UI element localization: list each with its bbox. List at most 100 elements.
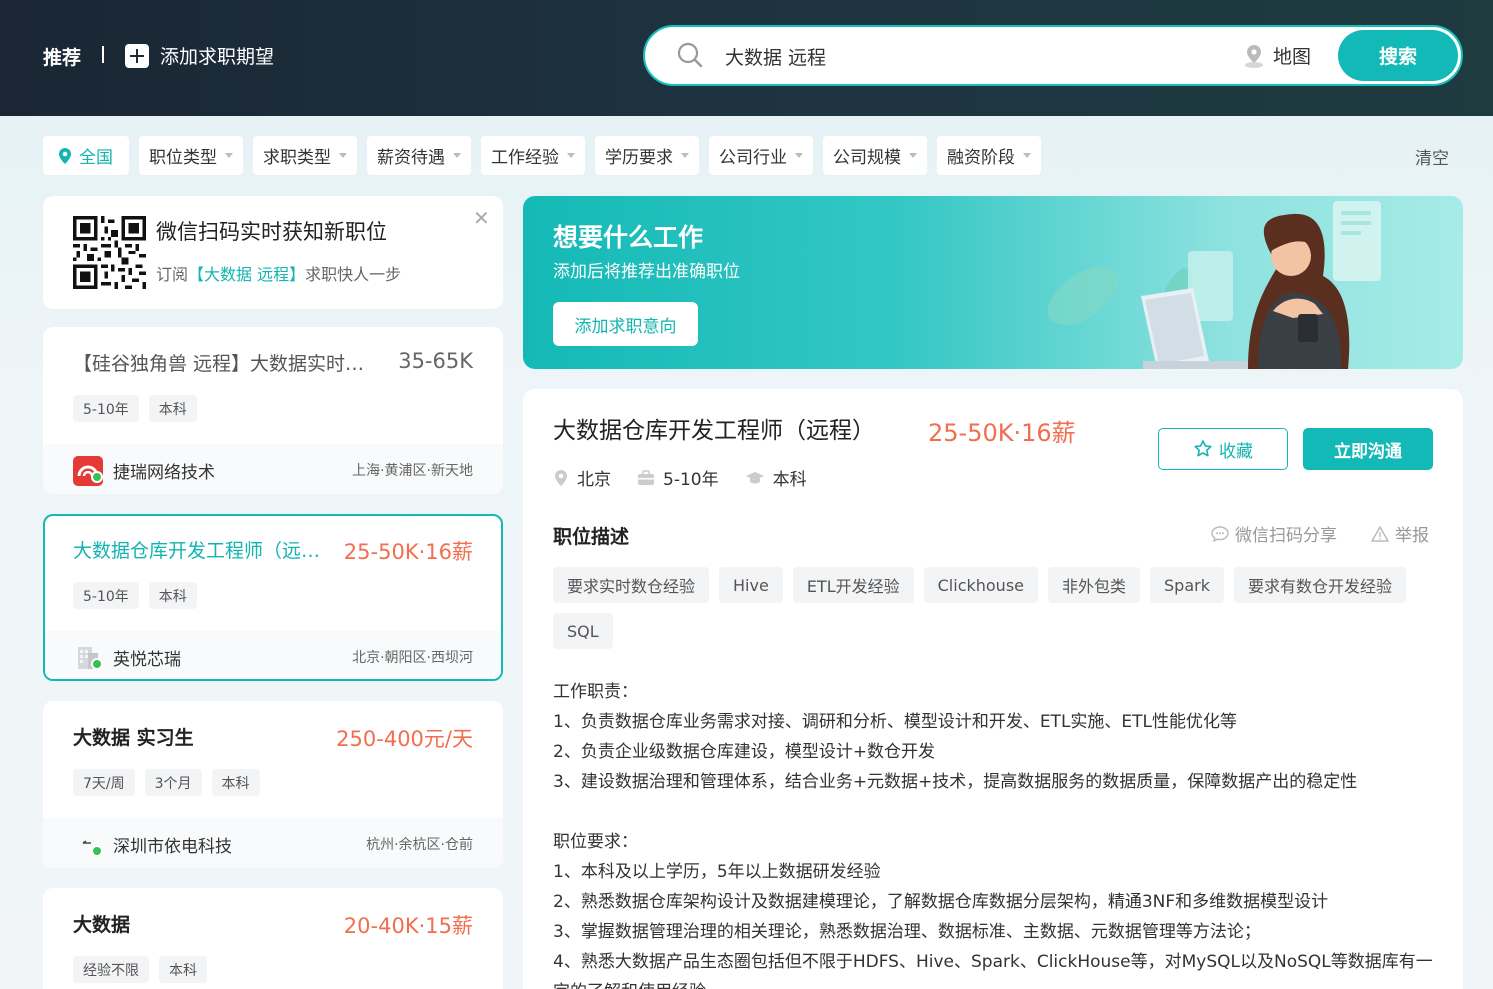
plus-icon [125, 43, 149, 68]
top-header: 推荐 添加求职期望 地图 搜索 [0, 0, 1493, 116]
job-card[interactable]: 【硅谷独角兽 远程】大数据实时数仓 35-65K 5-10年 本科 捷瑞网络技术… [43, 327, 503, 494]
qr-sub-suffix: 求职快人一步 [305, 265, 402, 284]
caret-down-icon [225, 153, 233, 158]
report-link[interactable]: 举报 [1371, 521, 1429, 546]
filter-degree[interactable]: 学历要求 [595, 136, 699, 175]
map-label: 地图 [1273, 46, 1312, 68]
skill-tag: Hive [719, 567, 783, 603]
filter-label: 薪资待遇 [377, 148, 445, 168]
meta-city-label: 北京 [577, 470, 611, 490]
banner-subtitle: 添加后将推荐出准确职位 [553, 262, 740, 282]
job-tags: 7天/周 3个月 本科 [73, 769, 260, 796]
nav-divider [102, 46, 104, 63]
meta-degree: 本科 [745, 465, 807, 490]
qr-sub-prefix: 订阅 [156, 265, 189, 284]
meta-degree-label: 本科 [772, 470, 807, 490]
job-tag: 7天/周 [73, 769, 135, 796]
search-button[interactable]: 搜索 [1338, 30, 1458, 81]
skill-tag: 非外包类 [1048, 567, 1141, 603]
filter-industry[interactable]: 公司行业 [709, 136, 813, 175]
filter-label: 公司规模 [833, 148, 901, 168]
job-tag: 3个月 [144, 769, 202, 796]
caret-down-icon [1023, 153, 1031, 158]
meta-experience: 5-10年 [637, 465, 719, 490]
add-expectation-button[interactable]: 添加求职期望 [125, 42, 274, 69]
job-title: 大数据 实习生 [73, 727, 194, 749]
job-tag: 5-10年 [73, 582, 139, 609]
filter-job-type[interactable]: 职位类型 [139, 136, 243, 175]
location-pin-icon [1245, 44, 1263, 68]
filter-label: 工作经验 [491, 148, 559, 168]
favorite-button[interactable]: 收藏 [1158, 428, 1288, 470]
nav-recommend[interactable]: 推荐 [43, 43, 81, 70]
meta-city: 北京 [553, 465, 611, 490]
duty-line: 2、负责企业级数据仓库建设，模型设计+数仓开发 [553, 742, 936, 762]
banner-illustration [1047, 201, 1381, 369]
filter-experience[interactable]: 工作经验 [481, 136, 585, 175]
search-input[interactable] [725, 39, 1205, 73]
job-card-footer: 捷瑞网络技术 上海·黄浦区·新天地 [43, 444, 503, 494]
city-filter[interactable]: 全国 [43, 136, 129, 175]
job-tags: 经验不限 本科 [73, 956, 207, 983]
graduation-cap-icon [745, 471, 764, 483]
caret-down-icon [567, 153, 575, 158]
wechat-share-link[interactable]: 微信扫码分享 [1211, 521, 1337, 546]
chat-now-button[interactable]: 立即沟通 [1303, 428, 1433, 470]
company-name[interactable]: 深圳市依电科技 [113, 832, 232, 857]
filter-label: 学历要求 [605, 148, 673, 168]
detail-job-title: 大数据仓库开发工程师（远程） [553, 418, 875, 444]
add-intent-button[interactable]: 添加求职意向 [553, 302, 698, 346]
company-name[interactable]: 捷瑞网络技术 [113, 458, 215, 483]
job-card[interactable]: 大数据 实习生 250-400元/天 7天/周 3个月 本科 深圳市依电科技 杭… [43, 701, 503, 868]
report-label: 举报 [1395, 526, 1429, 546]
close-icon[interactable]: ✕ [473, 206, 490, 230]
map-link[interactable]: 地图 [1241, 42, 1311, 69]
clear-filters-link[interactable]: 清空 [1415, 144, 1449, 169]
caret-down-icon [453, 153, 461, 158]
job-title: 大数据 [73, 914, 131, 936]
job-card-selected[interactable]: 大数据仓库开发工程师（远程） 25-50K·16薪 5-10年 本科 英悦芯瑞 … [43, 514, 503, 681]
location-pin-icon [555, 469, 567, 486]
caret-down-icon [795, 153, 803, 158]
detail-salary: 25-50K·16薪 [928, 419, 1076, 447]
banner-title: 想要什么工作 [553, 223, 704, 252]
job-card-footer: 深圳市依电科技 杭州·余杭区·仓前 [43, 818, 503, 868]
job-card[interactable]: 大数据 20-40K·15薪 经验不限 本科 [43, 888, 503, 989]
job-salary: 20-40K·15薪 [343, 914, 473, 938]
filter-seek-type[interactable]: 求职类型 [253, 136, 357, 175]
job-location: 上海·黄浦区·新天地 [352, 463, 473, 479]
duty-line: 3、建设数据治理和管理体系，结合业务+元数据+技术，提高数据服务的数据质量，保障… [553, 772, 1358, 792]
filter-company-size[interactable]: 公司规模 [823, 136, 927, 175]
online-status-dot [91, 471, 103, 483]
job-salary: 35-65K [398, 349, 473, 373]
job-card-footer: 英悦芯瑞 北京·朝阳区·西坝河 [45, 631, 501, 679]
duty-line: 1、负责数据仓库业务需求对接、调研和分析、模型设计和开发、ETL实施、ETL性能… [553, 712, 1238, 732]
job-tag: 本科 [159, 956, 207, 983]
job-meta: 北京 5-10年 本科 [553, 465, 833, 490]
requirement-line: 1、本科及以上学历，5年以上数据研发经验 [553, 862, 881, 882]
meta-experience-label: 5-10年 [663, 470, 719, 490]
company-name[interactable]: 英悦芯瑞 [113, 645, 181, 670]
filter-funding[interactable]: 融资阶段 [937, 136, 1041, 175]
add-expectation-label: 添加求职期望 [160, 46, 275, 68]
job-location: 北京·朝阳区·西坝河 [352, 650, 473, 666]
briefcase-icon [638, 469, 654, 485]
requirement-line: 2、熟悉数据仓库架构设计及数据建模理论，了解数据仓库数据分层架构，精通3NF和多… [553, 892, 1329, 912]
warning-icon [1371, 525, 1389, 542]
caret-down-icon [681, 153, 689, 158]
job-tags: 5-10年 本科 [73, 395, 197, 422]
job-detail-panel: 大数据仓库开发工程师（远程） 25-50K·16薪 收藏 立即沟通 北京 5-1… [523, 389, 1463, 989]
search-bar: 地图 搜索 [643, 25, 1463, 86]
chat-bubble-icon [1211, 525, 1229, 542]
online-status-dot [91, 845, 103, 857]
job-salary: 25-50K·16薪 [343, 540, 473, 564]
filter-salary[interactable]: 薪资待遇 [367, 136, 471, 175]
favorite-label: 收藏 [1219, 441, 1253, 462]
job-salary: 250-400元/天 [336, 727, 473, 751]
skill-tag: SQL [553, 613, 613, 649]
job-intent-banner: 想要什么工作 添加后将推荐出准确职位 添加求职意向 [523, 196, 1463, 369]
filter-label: 公司行业 [719, 148, 787, 168]
job-description-heading: 职位描述 [553, 526, 630, 548]
skill-tag: Clickhouse [923, 567, 1038, 603]
